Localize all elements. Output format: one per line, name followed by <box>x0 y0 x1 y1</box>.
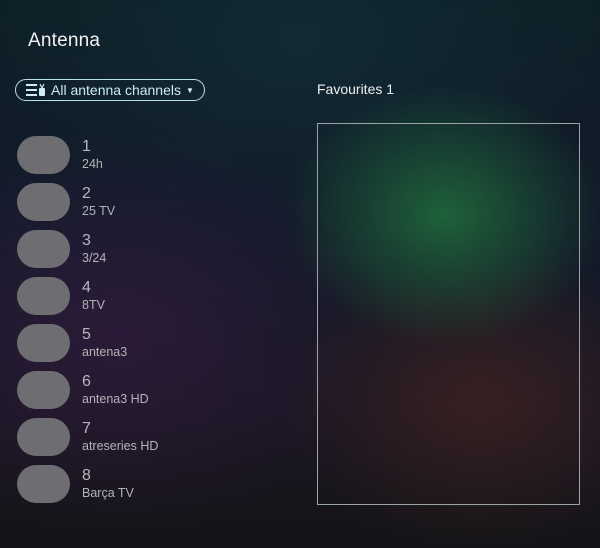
channel-number: 4 <box>82 279 91 296</box>
channel-number: 2 <box>82 185 91 202</box>
channel-logo <box>17 371 70 409</box>
channel-filter-dropdown[interactable]: All antenna channels ▼ <box>15 79 205 101</box>
channel-name: 8TV <box>82 298 105 312</box>
channel-number: 8 <box>82 467 91 484</box>
channel-number: 7 <box>82 420 91 437</box>
channel-item[interactable]: 8 Barça TV <box>17 465 277 512</box>
channel-item[interactable]: 2 25 TV <box>17 183 277 230</box>
channel-number: 6 <box>82 373 91 390</box>
channel-name: 24h <box>82 157 103 171</box>
channel-number: 1 <box>82 138 91 155</box>
caret-down-icon: ▼ <box>186 85 194 95</box>
channel-logo <box>17 230 70 268</box>
channel-name: Barça TV <box>82 486 134 500</box>
channel-list: 1 24h 2 25 TV 3 3/24 4 8TV 5 antena3 6 a… <box>17 136 277 512</box>
channel-name: antena3 HD <box>82 392 149 406</box>
channel-item[interactable]: 1 24h <box>17 136 277 183</box>
channel-item[interactable]: 5 antena3 <box>17 324 277 371</box>
favourites-list-box[interactable] <box>317 123 580 505</box>
channel-number: 5 <box>82 326 91 343</box>
channel-logo <box>17 136 70 174</box>
favourites-title: Favourites 1 <box>317 81 395 97</box>
channel-logo <box>17 324 70 362</box>
channel-logo <box>17 418 70 456</box>
channel-number: 3 <box>82 232 91 249</box>
channel-list-icon <box>26 83 46 97</box>
channel-name: 3/24 <box>82 251 107 265</box>
channel-name: 25 TV <box>82 204 116 218</box>
channel-logo <box>17 277 70 315</box>
page-title: Antenna <box>28 30 101 51</box>
channel-filter-label: All antenna channels <box>51 82 181 98</box>
channel-logo <box>17 183 70 221</box>
channel-name: antena3 <box>82 345 128 359</box>
channel-item[interactable]: 3 3/24 <box>17 230 277 277</box>
channel-logo <box>17 465 70 503</box>
channel-name: atreseries HD <box>82 439 159 453</box>
channel-item[interactable]: 7 atreseries HD <box>17 418 277 465</box>
channel-item[interactable]: 4 8TV <box>17 277 277 324</box>
channel-item[interactable]: 6 antena3 HD <box>17 371 277 418</box>
